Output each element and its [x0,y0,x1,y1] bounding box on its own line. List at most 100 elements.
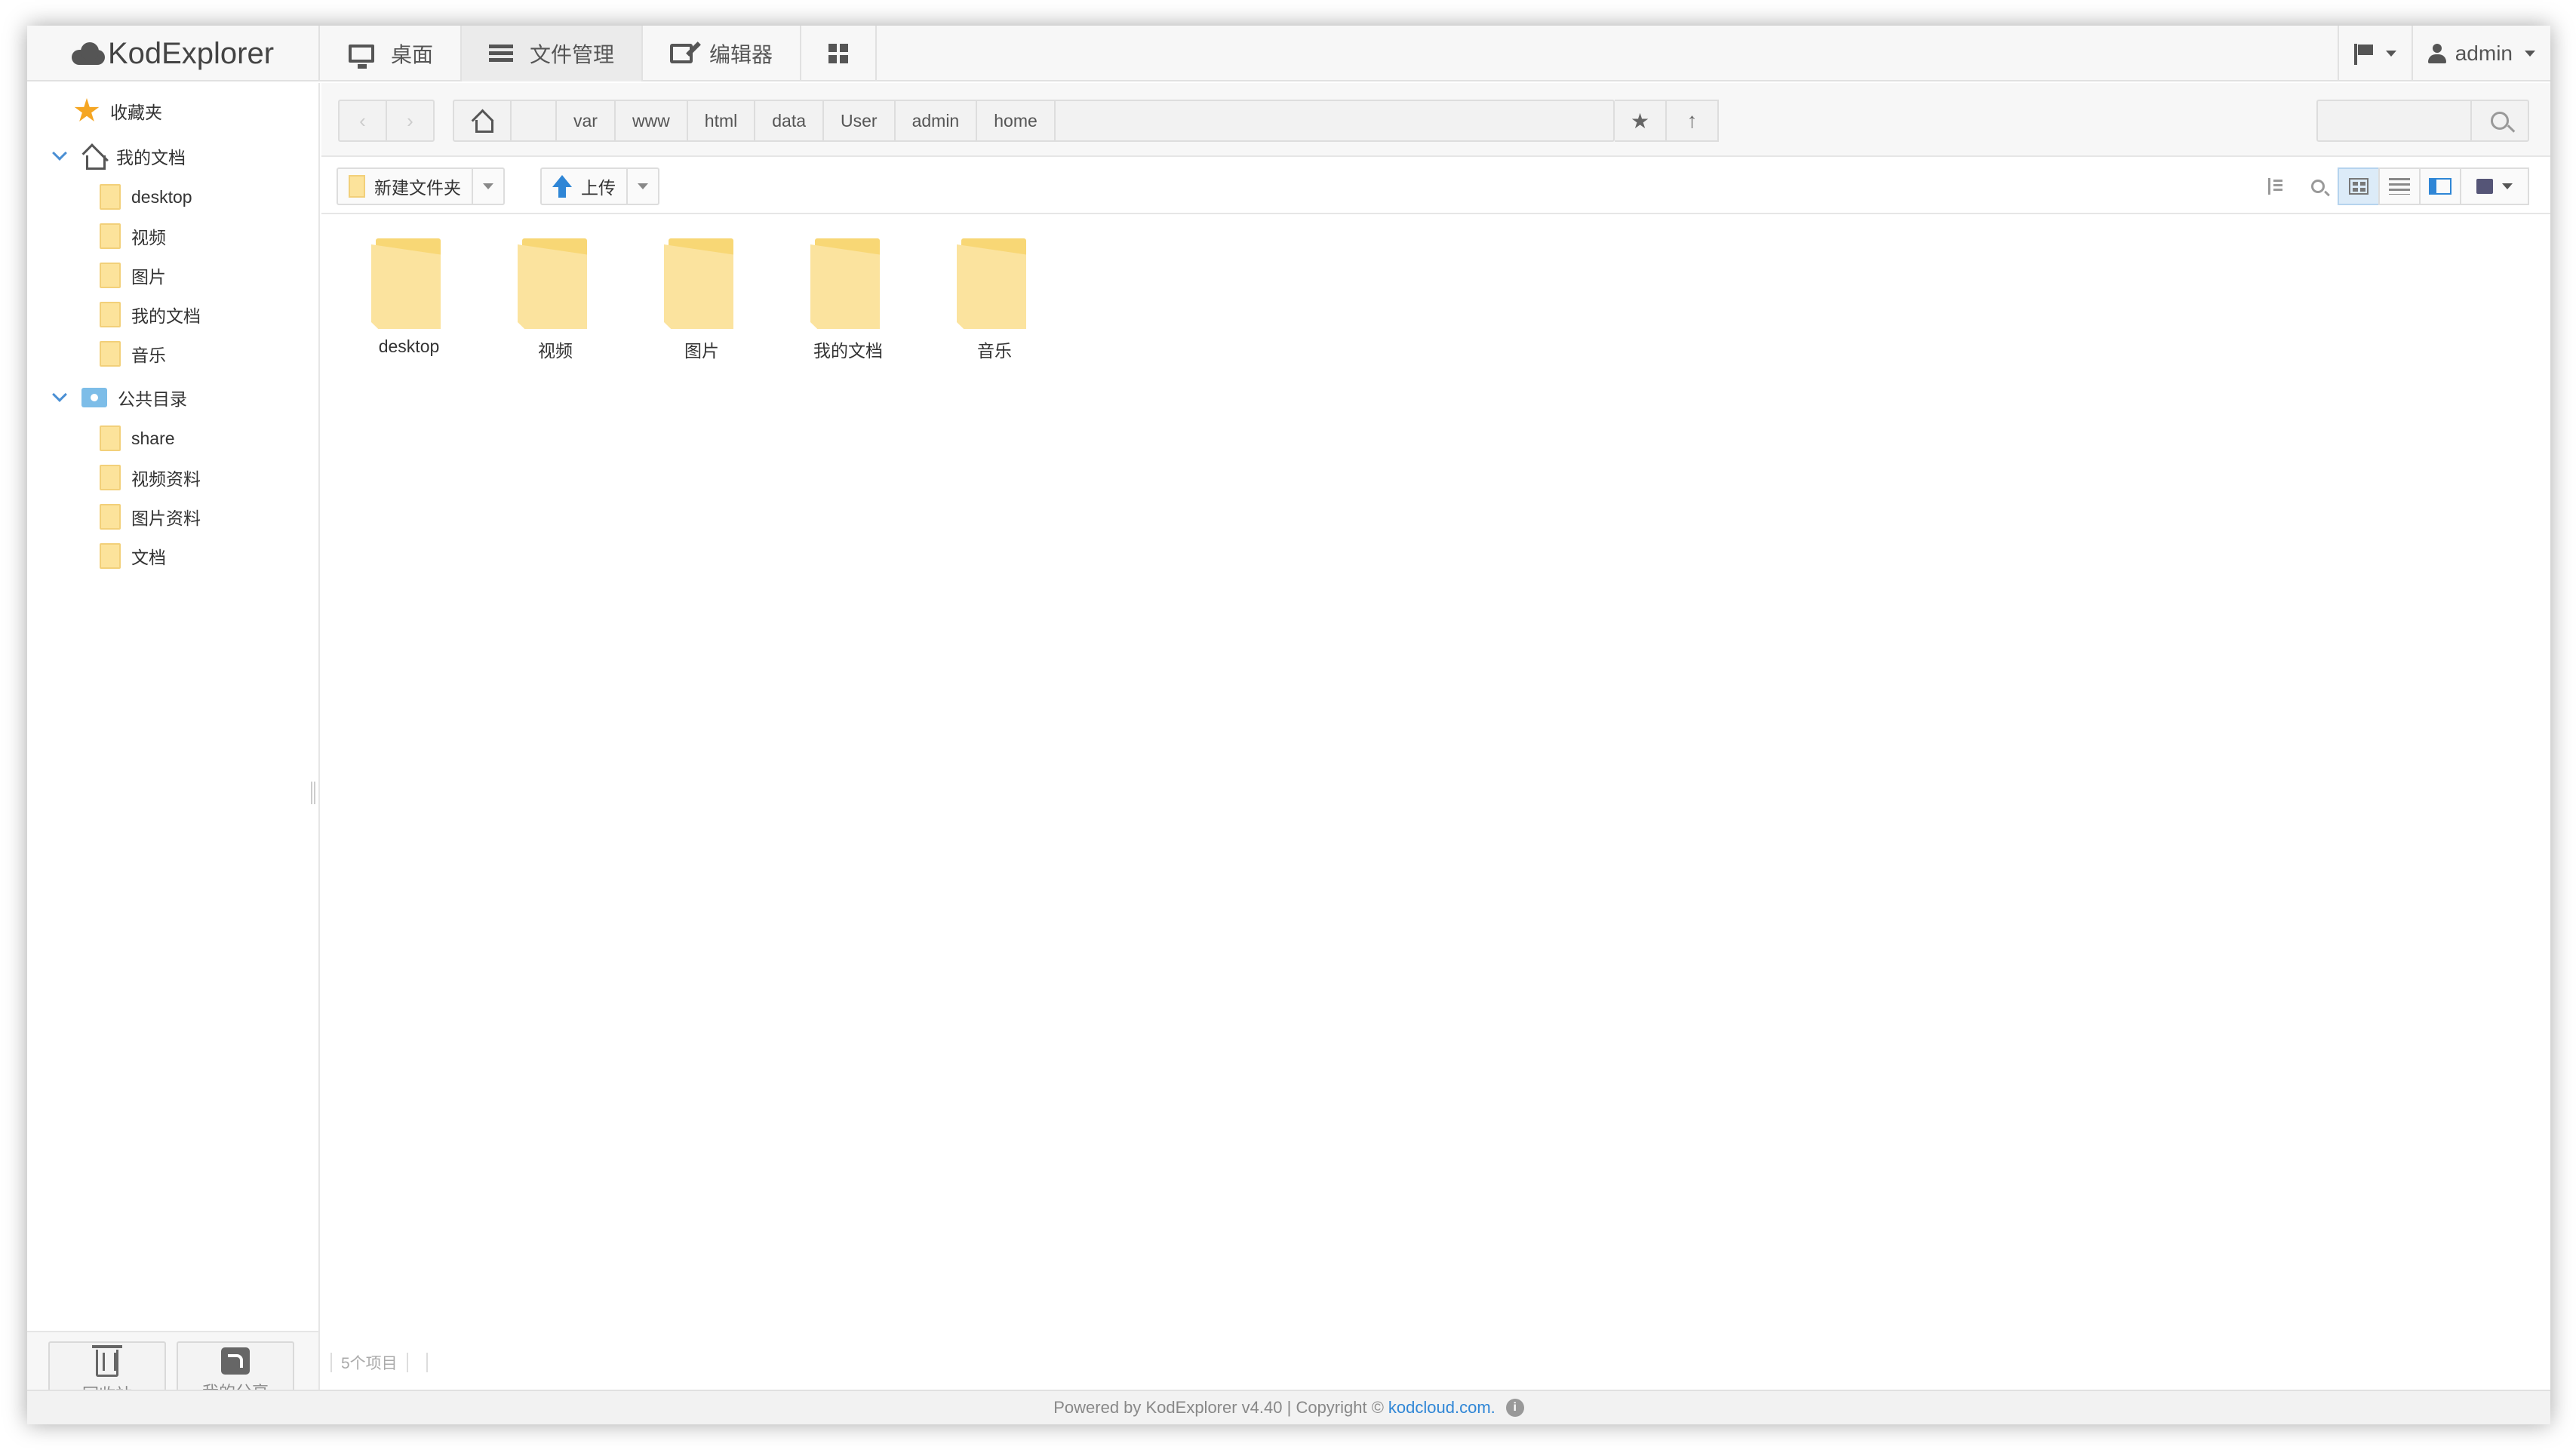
footer: Powered by KodExplorer v4.40 | Copyright… [27,1390,2550,1424]
folder-icon [371,238,447,329]
app-window: KodExplorer 桌面 文件管理 编辑器 admin 收藏夹 我的文档 d… [27,26,2550,1424]
footer-link[interactable]: kodcloud.com. [1388,1398,1495,1418]
tree-item-documents[interactable]: 我的文档 [100,297,201,332]
top-navbar: KodExplorer 桌面 文件管理 编辑器 admin [27,26,2550,81]
tree-item-share[interactable]: share [100,421,175,456]
folder-icon [100,543,121,569]
edit-icon [670,44,693,63]
user-menu-button[interactable]: admin [2411,26,2550,81]
folder-icon [100,223,121,249]
tab-desktop[interactable]: 桌面 [321,26,463,81]
tab-file-manager[interactable]: 文件管理 [462,26,644,81]
breadcrumb-item[interactable]: www [616,101,688,140]
tree-item-music[interactable]: 音乐 [100,336,166,371]
tab-apps[interactable] [801,26,878,81]
forward-button[interactable]: › [387,101,433,140]
tree-item-my-docs[interactable]: 我的文档 [52,139,186,174]
theme-button[interactable] [2460,167,2529,205]
tab-label: 文件管理 [530,43,615,66]
parent-folder-button[interactable]: ↑ [1667,101,1717,140]
tree-item-docs[interactable]: 文档 [100,539,166,573]
sort-button[interactable] [2255,167,2297,205]
breadcrumb-item[interactable]: var [557,101,616,140]
breadcrumb-item[interactable]: User [824,101,896,140]
new-folder-button[interactable]: 新建文件夹 [338,169,473,204]
address-bar: ‹ › var www html data User admin home ★ … [321,83,2550,157]
arrow-up-icon: ↑ [1686,109,1698,132]
favorite-button[interactable]: ★ [1615,101,1667,140]
folder-icon [518,238,593,329]
chevron-down-icon [638,183,648,189]
new-menu-dropdown[interactable] [473,183,503,189]
tree-item-public[interactable]: 公共目录 [52,380,187,415]
file-list[interactable]: desktop 视频 图片 我的文档 音乐 [321,216,2550,1340]
file-name: desktop [378,336,440,356]
item-count: 5个项目 [341,1355,398,1372]
tree-label: 视频 [131,228,166,247]
home-icon [81,145,106,170]
file-name: 图片 [684,341,719,361]
sidebar-resize-handle[interactable] [311,782,315,804]
file-item-desktop[interactable]: desktop [349,238,469,367]
status-bar: 5个项目 [321,1347,437,1378]
split-view-button[interactable] [2419,167,2461,205]
tab-editor[interactable]: 编辑器 [643,26,802,81]
grid-icon [828,44,849,63]
chevron-down-icon[interactable] [52,387,67,402]
star-icon [74,98,100,121]
upload-button[interactable]: 上传 [542,169,628,204]
breadcrumb-home[interactable] [454,101,512,140]
sort-icon [2268,178,2283,195]
info-icon[interactable]: i [1505,1399,1524,1417]
chevron-down-icon [2502,183,2513,189]
tree-item-video-materials[interactable]: 视频资料 [100,460,201,495]
tree-label: 视频资料 [131,469,201,489]
folder-icon [100,263,121,288]
list-view-button[interactable] [2378,167,2421,205]
tree-label: 文档 [131,548,166,567]
tree-label: 公共目录 [118,389,187,409]
tree-item-videos[interactable]: 视频 [100,219,166,253]
search-button[interactable] [2470,101,2528,140]
file-item-pictures[interactable]: 图片 [641,238,762,367]
breadcrumb-root[interactable] [512,101,557,140]
icon-view-button[interactable] [2338,167,2380,205]
logo[interactable]: KodExplorer [27,26,320,81]
chevron-down-icon [2525,51,2535,57]
search-icon [2491,112,2509,130]
divider [330,1353,332,1372]
breadcrumb-item[interactable]: data [755,101,825,140]
file-item-documents[interactable]: 我的文档 [788,238,908,367]
tree-item-picture-materials[interactable]: 图片资料 [100,499,201,534]
folder-icon [100,341,121,367]
monitor-icon [349,45,374,69]
tree-label: 我的文档 [131,306,201,326]
tree-item-favorites[interactable]: 收藏夹 [74,94,162,128]
star-outline-icon: ★ [1630,109,1650,133]
upload-dropdown[interactable] [628,183,658,189]
view-tools [2255,167,2529,205]
language-button[interactable] [2337,26,2412,81]
folder-icon [100,184,121,210]
back-button[interactable]: ‹ [340,101,387,140]
breadcrumb-item[interactable]: admin [896,101,978,140]
file-item-videos[interactable]: 视频 [495,238,616,367]
breadcrumb-item[interactable]: html [688,101,756,140]
tree-label: desktop [131,186,192,207]
breadcrumb-item[interactable]: home [977,101,1056,140]
tree-label: share [131,428,175,448]
zoom-button[interactable] [2297,167,2339,205]
folder-icon [100,425,121,451]
search-input[interactable] [2318,101,2469,140]
path-actions: ★ ↑ [1615,100,1719,142]
chevron-down-icon[interactable] [52,146,67,161]
folder-icon [664,238,739,329]
public-folder-icon [81,388,107,407]
chevron-down-icon [2385,51,2396,57]
file-item-music[interactable]: 音乐 [934,238,1055,367]
list-icon [489,45,514,63]
tree-item-pictures[interactable]: 图片 [100,258,166,293]
search-box [2316,100,2529,142]
folder-icon [100,302,121,327]
tree-item-desktop[interactable]: desktop [100,180,192,214]
